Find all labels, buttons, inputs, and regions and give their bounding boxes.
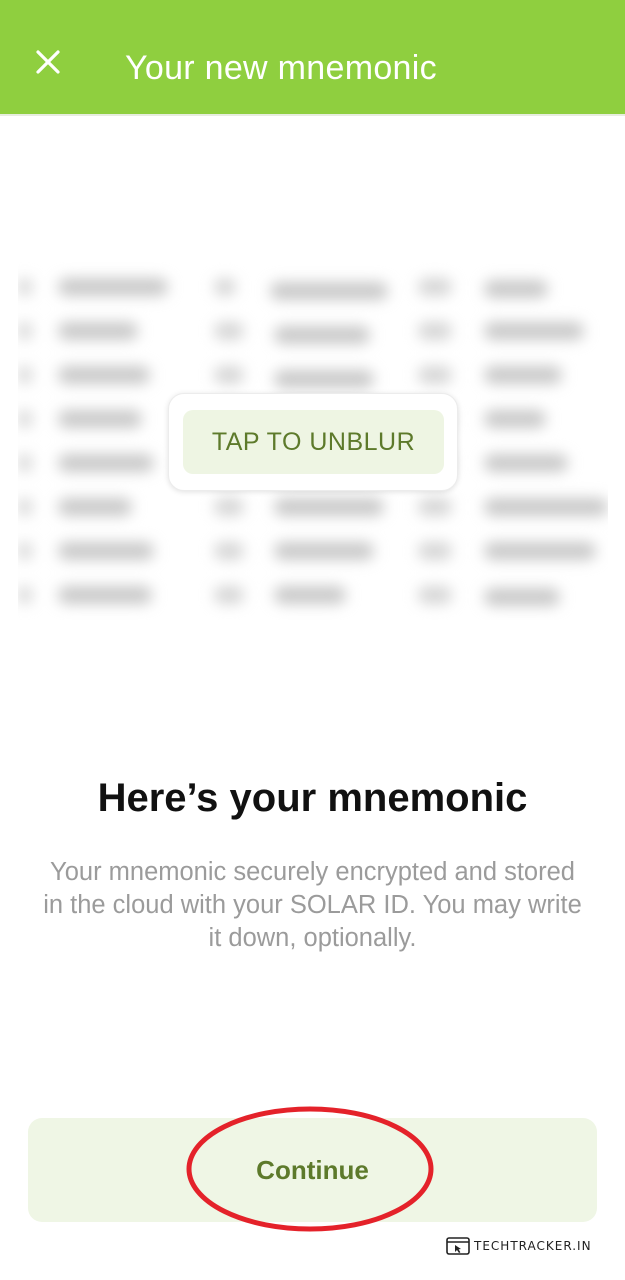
mnemonic-word — [58, 586, 152, 604]
word-number — [18, 410, 32, 428]
mnemonic-word — [58, 322, 138, 340]
word-number — [214, 498, 244, 516]
mnemonic-word — [270, 282, 388, 300]
mnemonic-word — [274, 586, 346, 604]
mnemonic-word — [484, 280, 548, 298]
word-number — [418, 278, 452, 296]
mnemonic-word — [484, 454, 568, 472]
word-number — [214, 322, 244, 340]
mnemonic-word — [274, 370, 374, 388]
continue-button[interactable]: Continue — [28, 1118, 597, 1222]
mnemonic-word — [274, 326, 370, 344]
mnemonic-word — [58, 454, 154, 472]
app-bar: Your new mnemonic — [0, 0, 625, 116]
word-number — [418, 498, 452, 516]
word-number — [214, 366, 244, 384]
word-number — [18, 322, 32, 340]
word-number — [18, 278, 32, 296]
watermark-text: TECHTRACKER.IN — [474, 1239, 592, 1253]
mnemonic-word — [484, 542, 596, 560]
tap-to-unblur-button[interactable]: TAP TO UNBLUR — [183, 410, 444, 474]
word-number — [418, 366, 452, 384]
mnemonic-word — [58, 278, 168, 296]
mnemonic-word — [58, 366, 150, 384]
mnemonic-word — [484, 498, 608, 516]
mnemonic-word — [58, 498, 132, 516]
mnemonic-word — [58, 542, 154, 560]
mnemonic-word — [484, 588, 560, 606]
unblur-card: TAP TO UNBLUR — [168, 393, 458, 491]
mnemonic-word — [58, 410, 142, 428]
headline: Here’s your mnemonic — [97, 776, 528, 820]
word-number — [418, 322, 452, 340]
word-number — [18, 454, 32, 472]
word-number — [214, 278, 236, 296]
mnemonic-word — [274, 498, 384, 516]
mnemonic-word — [484, 366, 562, 384]
close-button[interactable] — [26, 40, 70, 84]
page-title: Your new mnemonic — [125, 49, 437, 87]
word-number — [18, 498, 32, 516]
word-number — [18, 366, 32, 384]
watermark: TECHTRACKER.IN — [446, 1236, 592, 1256]
description-text: Your mnemonic securely encrypted and sto… — [43, 858, 582, 952]
close-icon — [36, 50, 60, 74]
word-number — [214, 586, 244, 604]
mnemonic-word — [484, 322, 584, 340]
word-number — [418, 542, 452, 560]
word-number — [18, 542, 32, 560]
mnemonic-word — [274, 542, 374, 560]
cursor-window-icon — [446, 1237, 470, 1255]
word-number — [418, 586, 452, 604]
mnemonic-word — [484, 410, 546, 428]
word-number — [18, 586, 32, 604]
word-number — [214, 542, 244, 560]
